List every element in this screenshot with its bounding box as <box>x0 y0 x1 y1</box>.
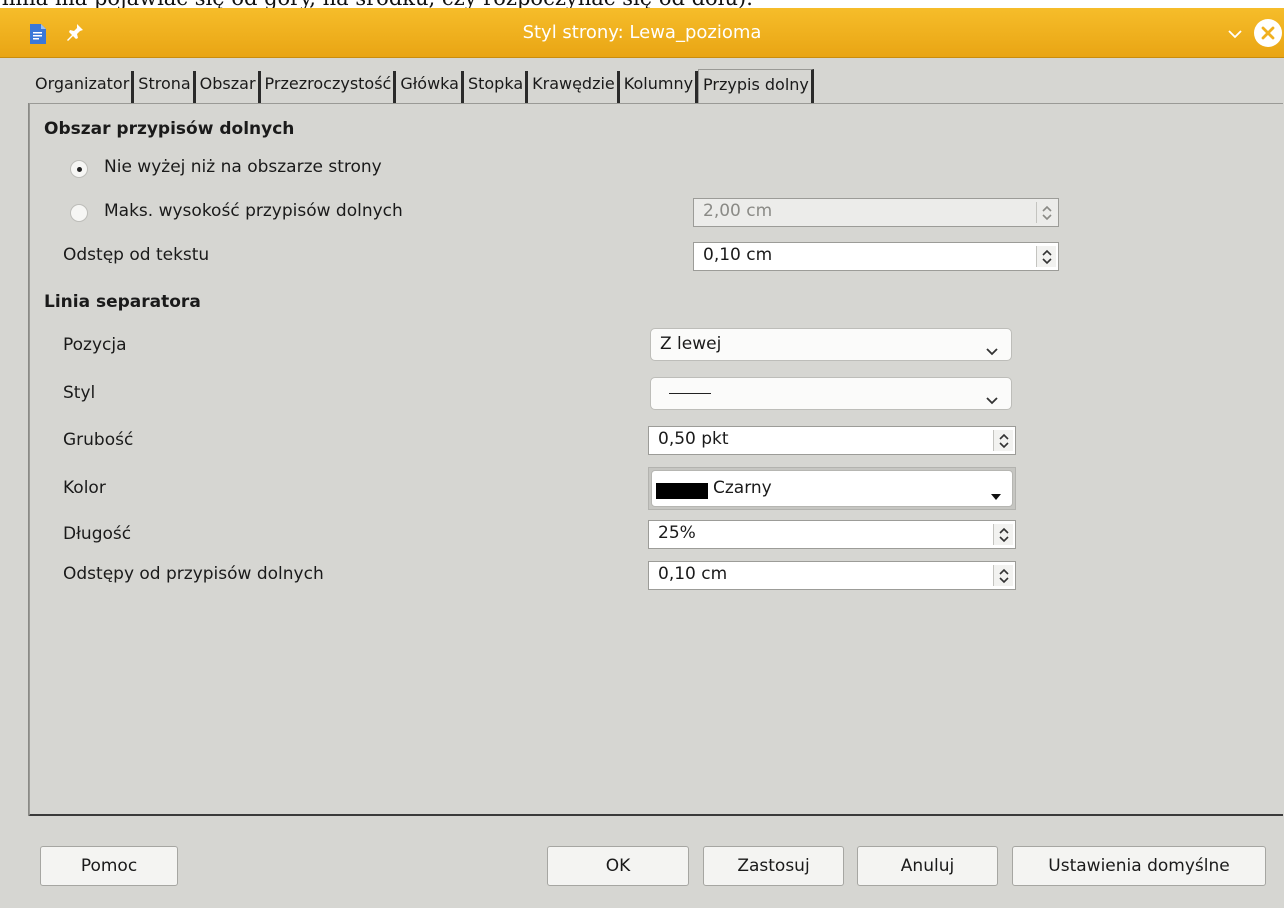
spin-arrows-icon[interactable] <box>1036 246 1056 267</box>
spin-arrows-icon[interactable] <box>993 565 1013 586</box>
footnote-spacing-spinbox[interactable]: 0,10 cm <box>648 561 1016 590</box>
weight-value: 0,50 pkt <box>658 429 729 449</box>
position-dropdown[interactable]: Z lewej <box>650 328 1012 361</box>
text-spacing-label: Odstęp od tekstu <box>63 245 210 265</box>
max-height-radio[interactable] <box>70 204 88 222</box>
text-spacing-value: 0,10 cm <box>703 245 773 265</box>
page-area-radio[interactable] <box>70 160 88 178</box>
color-dropdown[interactable]: Czarny <box>648 467 1016 510</box>
spin-arrows-icon[interactable] <box>993 430 1013 451</box>
footnote-spacing-value: 0,10 cm <box>658 564 728 584</box>
cancel-button[interactable]: Anuluj <box>857 846 998 886</box>
weight-label: Grubość <box>63 430 134 450</box>
ok-button[interactable]: OK <box>547 846 689 886</box>
text-spacing-spinbox[interactable]: 0,10 cm <box>693 242 1059 271</box>
tab-organizator[interactable]: Organizator <box>31 71 135 103</box>
color-label: Kolor <box>63 478 106 498</box>
dropdown-triangle-icon <box>990 486 1002 506</box>
separator-heading: Linia separatora <box>44 292 201 312</box>
color-value: Czarny <box>713 478 772 498</box>
color-swatch <box>656 483 708 499</box>
spin-arrows-icon[interactable] <box>993 524 1013 545</box>
chevron-down-icon <box>985 390 999 410</box>
chevron-down-icon <box>985 341 999 361</box>
length-spinbox[interactable]: 25% <box>648 520 1016 549</box>
max-height-radio-label[interactable]: Maks. wysokość przypisów dolnych <box>104 201 403 221</box>
color-dropdown-inner[interactable]: Czarny <box>651 470 1013 507</box>
apply-button[interactable]: Zastosuj <box>703 846 844 886</box>
footnote-area-heading: Obszar przypisów dolnych <box>44 119 295 139</box>
help-button[interactable]: Pomoc <box>40 846 178 886</box>
tab-bar: Organizator Strona Obszar Przezroczystoś… <box>31 69 814 103</box>
weight-spinbox[interactable]: 0,50 pkt <box>648 426 1016 455</box>
max-height-value: 2,00 cm <box>703 201 773 221</box>
tab-przezroczystosc[interactable]: Przezroczystość <box>261 71 397 103</box>
dialog-titlebar[interactable]: Styl strony: Lewa_pozioma <box>0 8 1284 58</box>
max-height-spinbox: 2,00 cm <box>693 198 1059 227</box>
close-icon[interactable] <box>1254 19 1282 47</box>
dialog-title: Styl strony: Lewa_pozioma <box>522 22 762 43</box>
tab-obszar[interactable]: Obszar <box>196 71 261 103</box>
style-dropdown[interactable] <box>650 377 1012 410</box>
tab-przypis-dolny[interactable]: Przypis dolny <box>698 69 814 103</box>
spin-arrows-icon <box>1036 202 1056 223</box>
tab-stopka[interactable]: Stopka <box>464 71 529 103</box>
line-style-sample <box>669 393 711 394</box>
tab-krawedzie[interactable]: Krawędzie <box>528 71 620 103</box>
length-label: Długość <box>63 524 132 544</box>
tab-kolumny[interactable]: Kolumny <box>620 71 699 103</box>
background-document: linia ma pojawiać się od góry, na środku… <box>0 0 1284 8</box>
chevron-down-icon[interactable] <box>1227 26 1243 40</box>
background-document-text: linia ma pojawiać się od góry, na środku… <box>2 0 753 8</box>
footnote-spacing-label: Odstępy od przypisów dolnych <box>63 564 324 584</box>
length-value: 25% <box>658 523 696 543</box>
tab-strona[interactable]: Strona <box>134 71 196 103</box>
position-value: Z lewej <box>660 334 722 354</box>
defaults-button[interactable]: Ustawienia domyślne <box>1012 846 1266 886</box>
tab-glowka[interactable]: Główka <box>396 71 464 103</box>
position-label: Pozycja <box>63 335 127 355</box>
style-label: Styl <box>63 383 96 403</box>
page-area-radio-label[interactable]: Nie wyżej niż na obszarze strony <box>104 157 382 177</box>
